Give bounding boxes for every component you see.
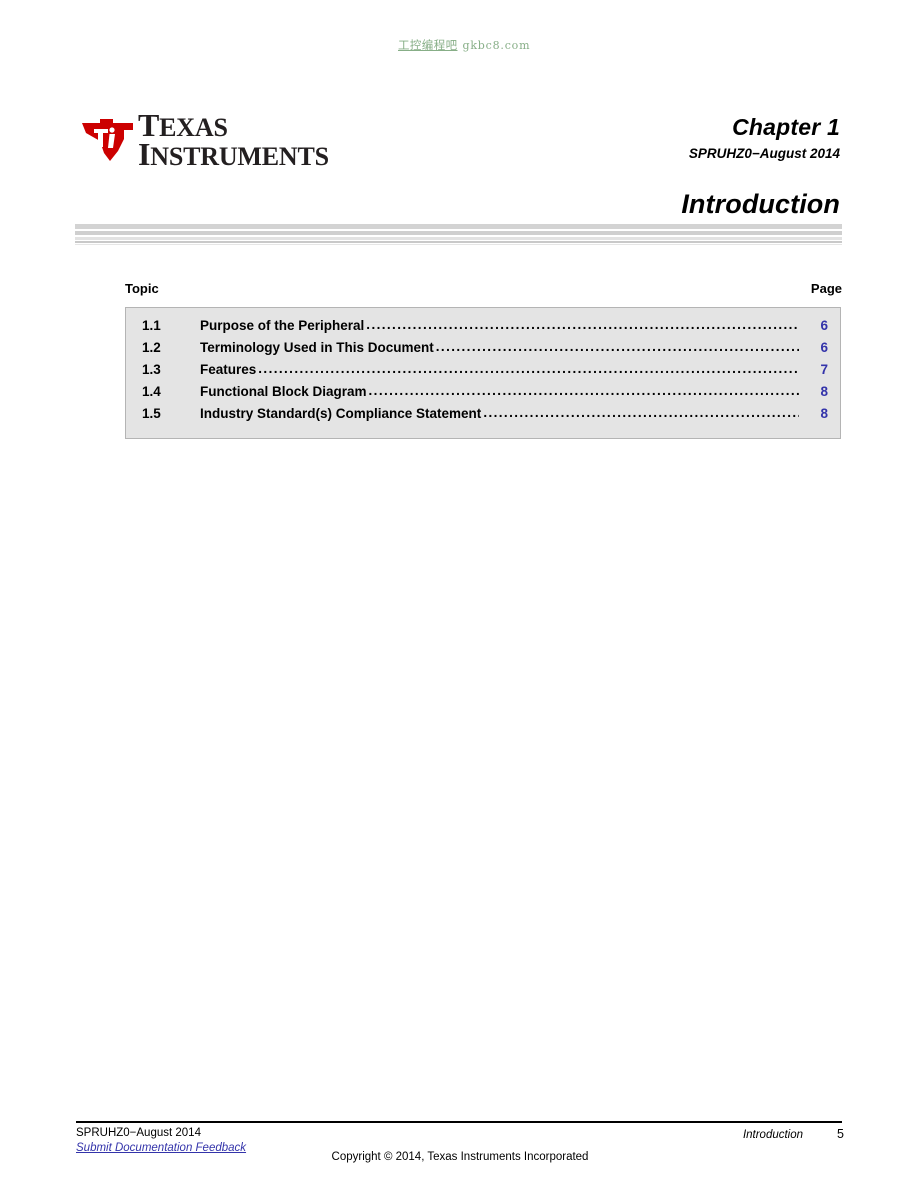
divider-bar-6 [75, 241, 842, 243]
toc-row[interactable]: 1.3 Features.............................… [126, 361, 840, 384]
footer-page-number: 5 [837, 1127, 844, 1141]
toc-row-page-number[interactable]: 7 [802, 362, 828, 377]
watermark-chinese-text: 工控编程吧 [398, 38, 458, 52]
toc-header-topic: Topic [125, 281, 159, 296]
footer-document-id: SPRUHZ0−August 2014 [76, 1127, 201, 1139]
toc-row-page-number[interactable]: 6 [802, 340, 828, 355]
ti-logo: TEXAS INSTRUMENTS [80, 109, 330, 172]
toc-row-number: 1.4 [142, 384, 161, 399]
toc-row-page-number[interactable]: 6 [802, 318, 828, 333]
footer-left-block: SPRUHZ0−August 2014 Submit Documentation… [76, 1127, 246, 1154]
ti-logo-line-instruments: INSTRUMENTS [138, 136, 329, 172]
toc-row-label[interactable]: Industry Standard(s) Compliance Statemen… [200, 406, 481, 421]
toc-column-headers: Topic Page [125, 281, 842, 299]
chapter-header-block: Chapter 1 SPRUHZ0−August 2014 [689, 114, 840, 161]
toc-leader-dots: ........................................… [366, 317, 799, 332]
title-divider-bars [75, 224, 842, 246]
divider-bar-7 [75, 244, 842, 245]
toc-row-number: 1.2 [142, 340, 161, 355]
toc-row[interactable]: 1.2 Terminology Used in This Document....… [126, 339, 840, 362]
footer-copyright: Copyright © 2014, Texas Instruments Inco… [331, 1151, 589, 1163]
toc-row-number: 1.5 [142, 406, 161, 421]
ti-texas-logo-icon [80, 117, 136, 163]
page-title: Introduction [681, 189, 840, 219]
toc-row[interactable]: 1.5 Industry Standard(s) Compliance State… [126, 405, 840, 428]
page-header: TEXAS INSTRUMENTS Chapter 1 SPRUHZ0−Augu… [0, 108, 920, 180]
footer-chapter-name: Introduction [742, 1129, 804, 1141]
toc-row-number: 1.1 [142, 318, 161, 333]
toc-row-label[interactable]: Functional Block Diagram [200, 384, 367, 399]
toc-row-page-number[interactable]: 8 [802, 384, 828, 399]
toc-row-label[interactable]: Terminology Used in This Document [200, 340, 434, 355]
ti-logo-line-texas: TEXAS [138, 107, 228, 143]
toc-row-label[interactable]: Purpose of the Peripheral [200, 318, 364, 333]
divider-bar-3 [75, 231, 842, 235]
footer-divider [76, 1121, 842, 1123]
toc-leader-dots: ........................................… [368, 383, 799, 398]
footer-right-block: Introduction 5 [743, 1127, 844, 1141]
toc-row-number: 1.3 [142, 362, 161, 377]
divider-bar-1 [75, 224, 842, 229]
toc-header-page: Page [810, 281, 842, 296]
toc-row-label[interactable]: Features [200, 362, 256, 377]
toc-row[interactable]: 1.4 Functional Block Diagram.............… [126, 383, 840, 406]
document-id-header: SPRUHZ0−August 2014 [688, 146, 840, 161]
toc-row-page-number[interactable]: 8 [802, 406, 828, 421]
toc-box: 1.1 Purpose of the Peripheral............… [125, 307, 841, 439]
toc-row[interactable]: 1.1 Purpose of the Peripheral............… [126, 317, 840, 340]
watermark-url-text: gkbc8.com [462, 39, 531, 52]
chapter-label: Chapter 1 [732, 114, 840, 140]
site-watermark: 工控编程吧 gkbc8.com [398, 37, 530, 53]
ti-logo-wordmark: TEXAS INSTRUMENTS [138, 107, 338, 172]
toc-leader-dots: ........................................… [258, 361, 799, 376]
divider-bar-5 [75, 237, 842, 240]
document-page: 工控编程吧 gkbc8.com TEXAS INSTRUMENTS Chapter… [0, 0, 920, 1191]
toc-leader-dots: ........................................… [435, 339, 799, 354]
toc-leader-dots: ........................................… [483, 405, 799, 420]
